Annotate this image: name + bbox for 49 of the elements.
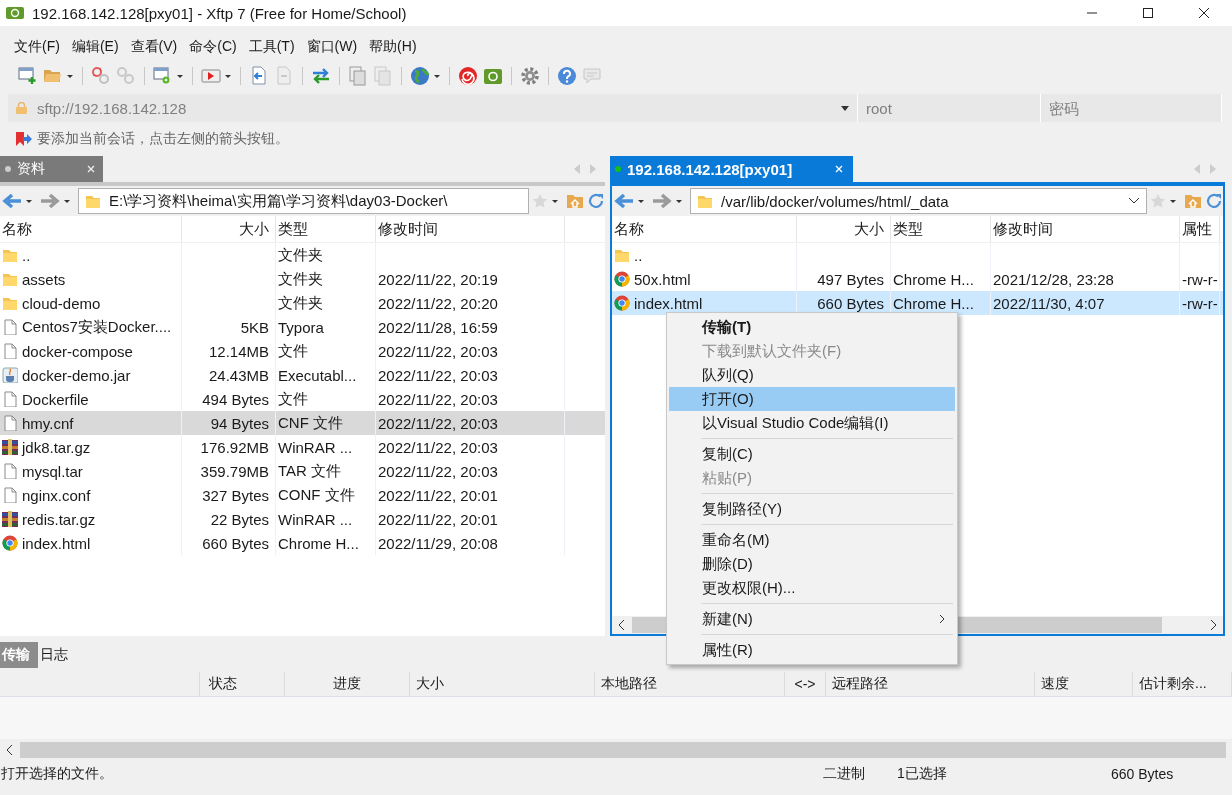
notice-text: 要添加当前会话，点击左侧的箭头按钮。 bbox=[37, 130, 289, 148]
selection-size: 660 Bytes bbox=[1111, 766, 1175, 782]
table-cell: 2022/11/22, 20:03 bbox=[378, 342, 498, 360]
table-cell: 2021/12/28, 23:28 bbox=[993, 270, 1114, 288]
table-cell: 2022/11/30, 4:07 bbox=[993, 294, 1105, 312]
table-cell: 660 Bytes bbox=[817, 294, 884, 312]
table-cell: 494 Bytes bbox=[202, 390, 269, 408]
table-cell: Chrome H... bbox=[893, 270, 974, 288]
table-cell: -rw-r- bbox=[1182, 294, 1218, 312]
table-cell: 22 Bytes bbox=[210, 510, 269, 528]
table-cell: 497 Bytes bbox=[817, 270, 884, 288]
table-cell: 2022/11/29, 20:08 bbox=[378, 534, 498, 552]
table-cell: 359.79MB bbox=[200, 462, 269, 480]
table-cell: 660 Bytes bbox=[202, 534, 269, 552]
table-cell: 文件夹 bbox=[278, 269, 323, 289]
table-cell: Chrome H... bbox=[278, 534, 359, 552]
table-cell: 94 Bytes bbox=[210, 414, 269, 432]
table-cell: 2022/11/22, 20:03 bbox=[378, 390, 498, 408]
table-cell: WinRAR ... bbox=[278, 438, 353, 456]
selection-count: 1已选择 bbox=[897, 765, 948, 783]
table-cell: 327 Bytes bbox=[202, 486, 269, 504]
table-cell: 2022/11/22, 20:01 bbox=[378, 510, 498, 528]
table-cell: 文件 bbox=[278, 389, 308, 409]
table-cell: WinRAR ... bbox=[278, 510, 353, 528]
table-cell: 2022/11/22, 20:03 bbox=[378, 366, 498, 384]
table-cell: -rw-r- bbox=[1182, 270, 1218, 288]
table-cell: 2022/11/22, 20:20 bbox=[378, 294, 498, 312]
status-message: 打开选择的文件。 bbox=[1, 765, 114, 783]
table-cell: 文件 bbox=[278, 341, 308, 361]
table-cell: 2022/11/22, 20:03 bbox=[378, 438, 498, 456]
table-cell: 文件夹 bbox=[278, 293, 323, 313]
table-cell: 24.43MB bbox=[208, 366, 269, 384]
table-cell: 2022/11/22, 20:19 bbox=[378, 270, 498, 288]
table-cell: 2022/11/22, 20:03 bbox=[378, 414, 498, 432]
transfer-mode: 二进制 bbox=[823, 765, 866, 783]
table-cell: 2022/11/28, 16:59 bbox=[378, 318, 498, 336]
table-cell: Typora bbox=[278, 318, 324, 336]
window-title: 192.168.142.128[pxy01] - Xftp 7 (Free for Home/School) bbox=[32, 4, 408, 22]
table-cell: TAR 文件 bbox=[278, 461, 342, 481]
table-cell: 176.92MB bbox=[200, 438, 269, 456]
table-cell: 2022/11/22, 20:03 bbox=[378, 462, 498, 480]
table-cell: Executabl... bbox=[278, 366, 357, 384]
table-cell: 文件夹 bbox=[278, 245, 323, 265]
table-cell: 2022/11/22, 20:01 bbox=[378, 486, 498, 504]
table-cell: 12.14MB bbox=[208, 342, 269, 360]
table-cell: CONF 文件 bbox=[278, 485, 355, 505]
table-cell: Chrome H... bbox=[893, 294, 974, 312]
table-cell: 5KB bbox=[240, 318, 269, 336]
table-cell: CNF 文件 bbox=[278, 413, 343, 433]
